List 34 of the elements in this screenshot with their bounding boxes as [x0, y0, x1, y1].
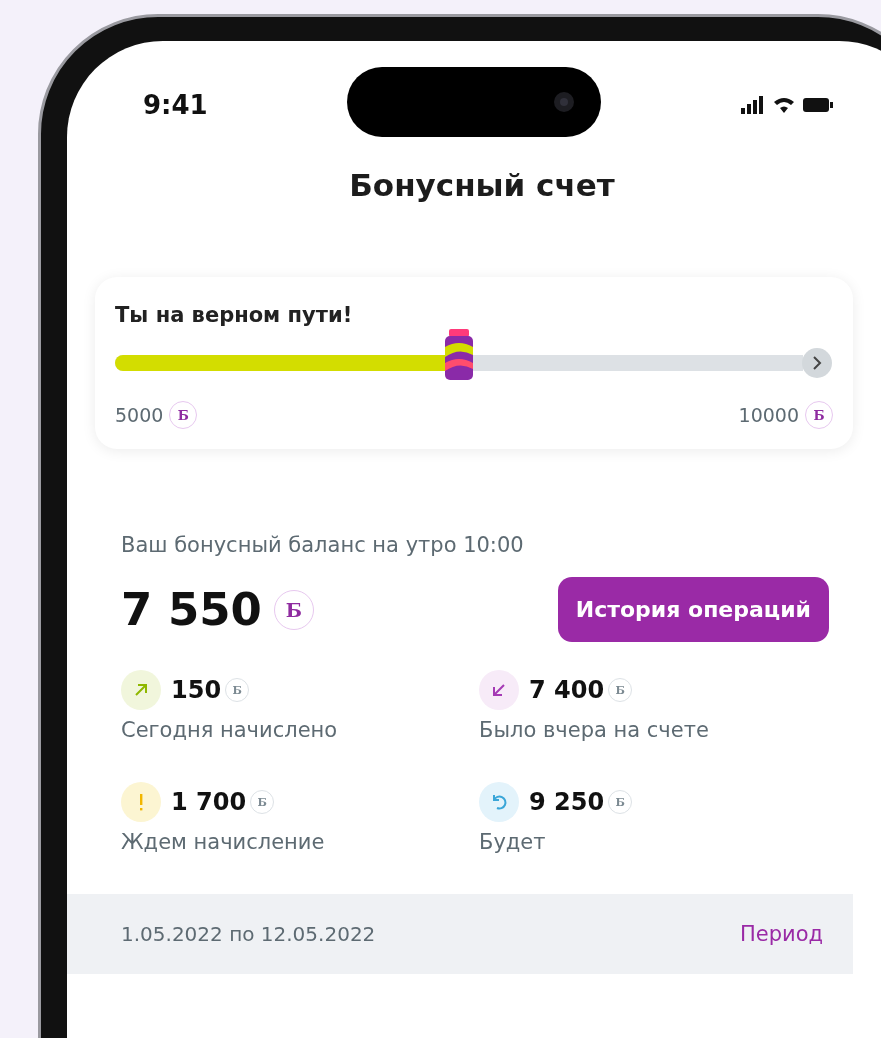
stat-value: 9 250 Б — [529, 788, 633, 816]
stat-label: Ждем начисление — [121, 830, 326, 854]
stat-value: 150 Б — [171, 676, 250, 704]
chevron-right-icon[interactable] — [801, 347, 833, 379]
stat-label: Было вчера на счете — [479, 718, 710, 742]
stat-value: 7 400 Б — [529, 676, 633, 704]
bonus-currency-icon: Б — [608, 790, 633, 814]
balance-caption: Ваш бонусный баланс на утро 10:00 — [121, 533, 525, 557]
bonus-currency-icon: Б — [805, 401, 833, 429]
wifi-icon — [773, 96, 795, 114]
exclamation-icon — [121, 782, 161, 822]
signal-icon — [741, 96, 765, 114]
arrow-up-right-icon — [121, 670, 161, 710]
page-title: Бонусный счет — [348, 167, 616, 203]
bonus-currency-icon: Б — [169, 401, 198, 429]
camera-icon — [553, 91, 576, 113]
stat-label: Сегодня начислено — [121, 718, 339, 742]
jar-icon — [442, 329, 476, 381]
period-range: 1.05.2022 по 12.05.2022 — [121, 922, 376, 946]
progress-title: Ты на верном пути! — [115, 303, 354, 327]
battery-icon — [803, 98, 833, 112]
balance-amount: 7 550 Б — [121, 583, 314, 636]
stat-value: 1 700 Б — [171, 788, 275, 816]
history-button[interactable]: История операций — [557, 577, 829, 642]
range-min: 5000 Б — [115, 401, 198, 429]
bonus-currency-icon: Б — [273, 589, 314, 630]
arrow-down-left-icon — [479, 670, 519, 710]
bonus-currency-icon: Б — [225, 678, 250, 702]
bonus-currency-icon: Б — [608, 678, 633, 702]
bonus-currency-icon: Б — [250, 790, 275, 814]
range-max: 10000 Б — [738, 401, 833, 429]
status-time: 9:41 — [143, 90, 208, 120]
stat-label: Будет — [479, 830, 547, 854]
period-link[interactable]: Период — [739, 922, 823, 946]
